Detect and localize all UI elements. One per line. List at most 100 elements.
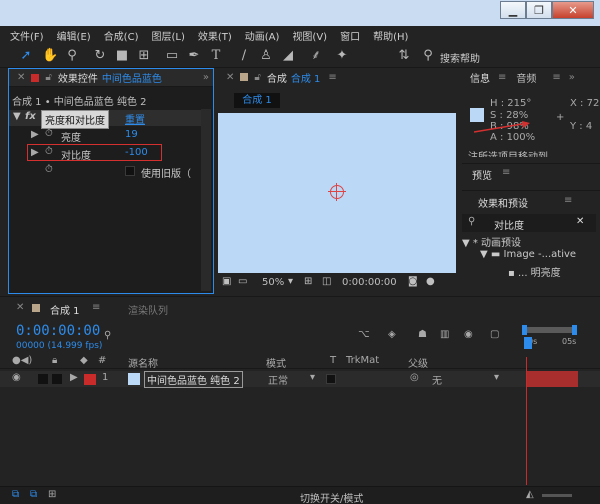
lock-checkbox[interactable] xyxy=(52,374,62,384)
panel-menu-icon[interactable]: » xyxy=(203,72,209,83)
menu-effect[interactable]: 效果(T) xyxy=(198,28,232,43)
search-icon[interactable]: ⚲ xyxy=(420,48,436,64)
panel-menu-icon[interactable]: ≡ xyxy=(92,302,100,313)
menu-animation[interactable]: 动画(A) xyxy=(245,28,280,43)
close-tab-icon[interactable]: ✕ xyxy=(17,72,25,83)
expand-icon[interactable]: ▼ xyxy=(13,111,21,122)
parent-dropdown-icon[interactable]: ▾ xyxy=(494,372,499,383)
solo-checkbox[interactable] xyxy=(38,374,48,384)
layer-row[interactable]: ◉ ▶ 1 中间色品蓝色 纯色 2 正常 ▾ ◎ 无 ▾ xyxy=(0,371,600,388)
expand-layer-icon[interactable]: ▶ xyxy=(70,372,78,383)
layer-label-swatch[interactable] xyxy=(84,374,96,385)
timeline-timecode[interactable]: 0:00:00:00 xyxy=(16,323,100,339)
zoom-out-icon[interactable]: ◭ xyxy=(526,489,534,500)
stopwatch-icon[interactable]: ⏱︎ xyxy=(45,164,53,175)
rectangle-tool-icon[interactable]: ▭ xyxy=(164,48,180,64)
frame-blending-icon[interactable]: ▥ xyxy=(440,329,449,340)
reset-link[interactable]: 重置 xyxy=(125,111,145,126)
tree-leaf[interactable]: ▪ ... 明亮度 xyxy=(508,264,561,279)
menu-file[interactable]: 文件(F) xyxy=(10,28,44,43)
clone-stamp-tool-icon[interactable]: ♙ xyxy=(258,48,274,64)
pen-tool-icon[interactable]: ✒ xyxy=(186,48,202,64)
panel-menu-icon[interactable]: ≡ xyxy=(564,195,572,206)
trkmat-column[interactable]: TrkMat xyxy=(346,355,379,366)
close-tab-icon[interactable]: ✕ xyxy=(226,72,234,83)
panel-menu-icon[interactable]: ≡ xyxy=(552,72,560,83)
selection-tool-icon[interactable]: ➚ xyxy=(18,48,34,64)
layer-parent[interactable]: 无 xyxy=(432,372,442,387)
color-channel-icon[interactable]: ● xyxy=(426,276,435,287)
contrast-value[interactable]: -100 xyxy=(125,147,148,158)
menu-view[interactable]: 视图(V) xyxy=(292,28,327,43)
anchor-point-icon[interactable] xyxy=(330,185,344,199)
pan-behind-tool-icon[interactable]: ⊞ xyxy=(136,48,152,64)
layer-mode[interactable]: 正常 xyxy=(268,372,288,387)
zoom-level[interactable]: 50% xyxy=(262,277,284,288)
effects-search[interactable]: ⚲ 对比度 ✕ xyxy=(462,214,596,232)
workspace-icon[interactable]: ⇅ xyxy=(396,48,412,64)
playhead[interactable] xyxy=(524,337,532,349)
toggle-switches-icon[interactable]: ⧉ xyxy=(12,489,19,500)
comp-mini-flowchart-icon[interactable]: ⌥ xyxy=(358,329,370,340)
t-column[interactable]: T xyxy=(330,355,336,366)
mode-dropdown-icon[interactable]: ▾ xyxy=(310,372,315,383)
restore-button[interactable]: ❐ xyxy=(526,1,552,19)
menu-window[interactable]: 窗口 xyxy=(340,28,360,43)
roto-brush-tool-icon[interactable]: ⸙ xyxy=(308,48,324,64)
mode-column[interactable]: 模式 xyxy=(266,355,286,370)
work-area-end[interactable] xyxy=(572,325,577,335)
comp-timecode[interactable]: 0:00:00:00 xyxy=(342,277,397,288)
close-tab-icon[interactable]: ✕ xyxy=(16,302,24,313)
effect-controls-layer[interactable]: 中间色品蓝色 xyxy=(102,70,162,85)
minimize-button[interactable]: ▁ xyxy=(500,1,526,19)
effect-row[interactable]: ▼ fx 亮度和对比度 重置 xyxy=(9,110,209,129)
toggle-stretch-icon[interactable]: ⊞ xyxy=(48,489,56,500)
scrollbar[interactable] xyxy=(201,109,211,291)
composition-tab-name[interactable]: 合成 1 xyxy=(291,70,321,85)
camera-tool-icon[interactable]: ■ xyxy=(114,48,130,64)
pickwhip-icon[interactable]: ◎ xyxy=(410,372,419,383)
puppet-pin-tool-icon[interactable]: ✦ xyxy=(334,48,350,64)
shy-layers-icon[interactable]: ☗ xyxy=(418,329,427,340)
rotate-tool-icon[interactable]: ↻ xyxy=(92,48,108,64)
zoom-dropdown-icon[interactable]: ▾ xyxy=(288,276,293,287)
layer-name[interactable]: 中间色品蓝色 纯色 2 xyxy=(144,371,243,388)
preview-tab[interactable]: 预览 xyxy=(472,167,492,182)
graph-editor-icon[interactable]: ▢ xyxy=(490,329,499,340)
toggle-switches-modes[interactable]: 切换开关/模式 xyxy=(300,490,363,504)
brightness-value[interactable]: 19 xyxy=(125,129,138,140)
mask-icon[interactable]: ◫ xyxy=(322,276,331,287)
grid-icon[interactable]: ⊞ xyxy=(304,276,312,287)
tree-child[interactable]: ▼ ▬ Image -...ative xyxy=(480,249,576,260)
layer-duration-bar[interactable] xyxy=(526,371,578,387)
source-name-column[interactable]: 源名称 xyxy=(128,355,158,370)
menu-composition[interactable]: 合成(C) xyxy=(104,28,139,43)
trkmat-checkbox[interactable] xyxy=(326,374,336,384)
effect-name[interactable]: 亮度和对比度 xyxy=(41,110,109,129)
legacy-checkbox[interactable] xyxy=(125,166,135,176)
stopwatch-icon[interactable]: ⏱︎ xyxy=(45,128,53,139)
camera-snapshot-icon[interactable]: ◙ xyxy=(408,276,418,287)
tree-root[interactable]: ▼ * 动画预设 xyxy=(462,234,521,249)
menu-layer[interactable]: 图层(L) xyxy=(151,28,184,43)
panel-menu-icon[interactable]: ≡ xyxy=(502,167,510,178)
zoom-slider[interactable] xyxy=(542,494,572,497)
snapshot-icon[interactable]: ▣ xyxy=(222,276,231,287)
panel-menu-icon[interactable]: ≡ xyxy=(498,72,506,83)
menu-edit[interactable]: 编辑(E) xyxy=(57,28,91,43)
motion-blur-icon[interactable]: ◉ xyxy=(464,329,473,340)
composition-tab[interactable]: 合成 xyxy=(267,70,287,85)
monitor-icon[interactable]: ▭ xyxy=(238,276,247,287)
menu-help[interactable]: 帮助(H) xyxy=(373,28,408,43)
panel-menu-icon[interactable]: ≡ xyxy=(328,72,336,83)
work-area-start[interactable] xyxy=(522,325,527,335)
effects-presets-tab[interactable]: 效果和预设 xyxy=(478,195,528,210)
expand-panels-icon[interactable]: » xyxy=(569,72,575,83)
composition-viewer[interactable] xyxy=(218,113,456,273)
ruler-area[interactable]: 0s 05s xyxy=(522,325,578,355)
toggle-modes-icon[interactable]: ⧉ xyxy=(30,489,37,500)
stopwatch-icon[interactable]: ⏱︎ xyxy=(45,146,53,157)
current-time-indicator[interactable] xyxy=(526,357,527,485)
zoom-tool-icon[interactable]: ⚲ xyxy=(64,48,80,64)
layer-search[interactable]: ⚲ xyxy=(100,329,280,345)
